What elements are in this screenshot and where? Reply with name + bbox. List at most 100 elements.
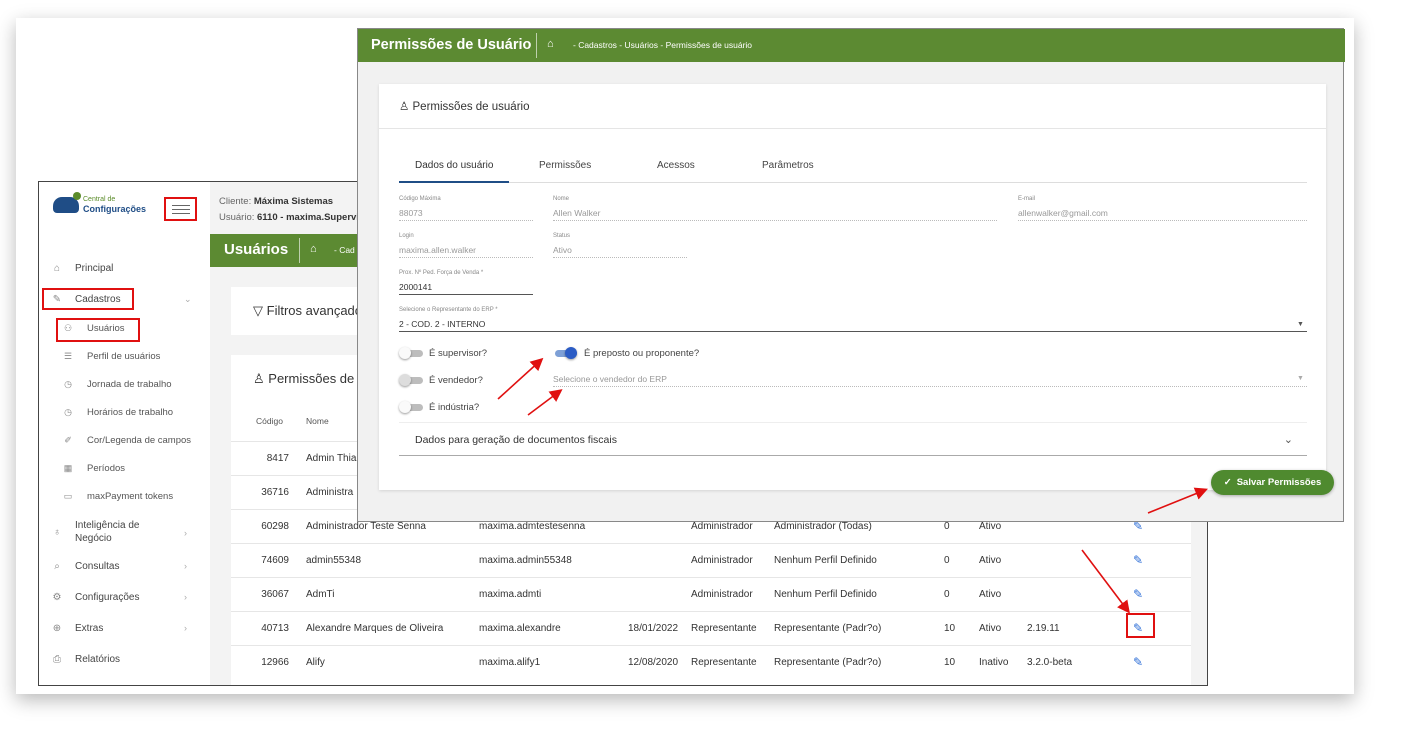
sidebar-item-principal[interactable]: ⌂ Principal [51,263,113,274]
logo-small-text: Central de [83,196,116,203]
sidebar-item-label: Configurações [75,592,140,603]
edit-icon[interactable]: ✎ [1133,655,1143,669]
codigo-label: Código Máxima [399,196,441,202]
sidebar-item-relatorios[interactable]: ⎙ Relatórios [51,654,120,665]
home-icon[interactable]: ⌂ [310,243,317,255]
tab-acessos[interactable]: Acessos [657,160,695,171]
permissions-dialog: Permissões de Usuário ⌂ - Cadastros - Us… [357,28,1345,522]
permissions-title-text: Permissões de u [268,371,366,386]
tab-permissoes[interactable]: Permissões [539,160,591,171]
sidebar-subitem-usuarios[interactable]: ⚇ Usuários [63,323,125,334]
sidebar-subitem-perfil[interactable]: ☰ Perfil de usuários [63,351,160,362]
table-row[interactable]: 36067 AdmTi maxima.admti Administrador Nenhu… [231,577,1191,611]
vendedor-toggle[interactable] [399,374,423,386]
prox-pedido-field[interactable]: 2000141 [399,282,533,295]
sidebar-subitem-cor-legenda[interactable]: ✐ Cor/Legenda de campos [63,435,191,446]
column-header-name[interactable]: Nome [306,416,329,426]
edit-icon[interactable]: ✎ [1133,553,1143,567]
table-row[interactable]: 74609 admin55348 maxima.admin55348 Administ… [231,543,1191,577]
row-status: Ativo [979,623,1002,634]
supervisor-label: É supervisor? [429,348,488,359]
preposto-toggle[interactable] [553,347,577,359]
sidebar-item-extras[interactable]: ⊕ Extras [51,623,104,634]
user-icon: ♙ [253,371,265,386]
row-type: Representante [691,623,757,634]
row-count: 10 [944,623,956,634]
prox-pedido-label: Prox. Nº Ped. Força de Venda * [399,270,484,276]
login-label: Login [399,233,414,239]
save-permissions-label: Salvar Permissões [1236,477,1322,488]
row-code: 36067 [261,589,289,600]
row-type: Administrador [691,555,753,566]
client-info: Cliente: Máxima Sistemas Usuário: 6110 -… [219,194,364,226]
search-icon: ⌕ [54,561,60,572]
accordion-title: Dados para geração de documentos fiscais [415,434,617,446]
sidebar-item-label: Relatórios [75,654,121,665]
status-field[interactable]: Ativo [553,245,687,258]
sidebar-item-consultas[interactable]: ⌕ Consultas [51,561,119,572]
caret-down-icon: ▼ [1297,321,1304,328]
sidebar-subitem-periodos[interactable]: ▦ Períodos [63,463,125,474]
row-count: 0 [944,521,950,532]
chevron-down-icon: ⌄ [184,294,192,304]
row-version: 2.19.11 [1027,623,1060,634]
tab-dados-usuario[interactable]: Dados do usuário [415,160,493,171]
row-profile: Representante (Padr?o) [774,657,882,668]
sidebar-item-label: Consultas [75,561,120,572]
edit-icon[interactable]: ✎ [1133,587,1143,601]
row-code: 8417 [266,453,289,464]
sidebar-item-label: Extras [75,623,104,634]
sidebar-subitem-maxpayment[interactable]: ▭ maxPayment tokens [63,491,173,502]
logo: Central de Configurações [53,192,146,214]
supervisor-toggle[interactable] [399,347,423,359]
fiscal-docs-accordion[interactable]: Dados para geração de documentos fiscais… [399,422,1307,456]
row-status: Ativo [979,555,1002,566]
row-login: maxima.admtestesenna [479,521,586,532]
nome-field[interactable]: Allen Walker [553,208,997,221]
row-version: 3.2.0-beta [1027,657,1073,668]
sidebar-subitem-label: Perfil de usuários [87,351,161,362]
clock-icon: ◷ [64,407,72,417]
sidebar-subitem-horarios[interactable]: ◷ Horários de trabalho [63,407,173,418]
row-name: Alify [306,657,325,668]
sidebar-item-configuracoes[interactable]: ⚙ Configurações [51,592,140,603]
save-permissions-button[interactable]: ✓ Salvar Permissões [1211,470,1334,495]
row-name: AdmTi [306,589,335,600]
breadcrumb: - Cad [334,245,355,255]
card-title: ♙ Permissões de usuário [399,99,530,113]
dialog-header: Permissões de Usuário ⌂ - Cadastros - Us… [358,29,1345,62]
row-name: admin55348 [306,555,362,566]
row-login: maxima.alify1 [479,657,541,668]
filter-icon: ▽ [253,303,263,318]
client-value: Máxima Sistemas [253,196,334,207]
permissions-table-title: ♙ Permissões de u [253,371,365,387]
gear-icon: ⚙ [52,592,62,603]
home-icon[interactable]: ⌂ [547,38,554,50]
codigo-field[interactable]: 88073 [399,208,533,221]
pen-icon: ✐ [64,435,72,445]
lightbulb-icon: ♁ [53,526,61,538]
vendedor-erp-select[interactable]: Selecione o vendedor do ERP [553,374,1307,387]
email-field[interactable]: allenwalker@gmail.com [1018,208,1307,221]
row-count: 0 [944,555,950,566]
sidebar-subitem-jornada[interactable]: ◷ Jornada de trabalho [63,379,171,390]
representante-select[interactable]: 2 - COD. 2 - INTERNO [399,319,1307,332]
edit-icon[interactable]: ✎ [1133,621,1143,635]
column-header-code[interactable]: Código [256,416,283,426]
row-login: maxima.admti [479,589,542,600]
vendedor-label: É vendedor? [429,375,483,386]
tab-parametros[interactable]: Parâmetros [762,160,814,171]
calendar-icon: ▦ [63,463,73,473]
filters-title: ▽ Filtros avançado [253,303,362,319]
row-type: Administrador [691,521,753,532]
table-row[interactable]: 12966 Alify maxima.alify1 12/08/2020 Represe… [231,645,1191,679]
client-label: Cliente: [219,196,252,207]
row-date: 12/08/2020 [628,657,679,668]
preposto-label: É preposto ou proponente? [584,348,700,359]
hamburger-menu-icon[interactable] [164,197,197,221]
login-field[interactable]: maxima.allen.walker [399,245,533,258]
sidebar-item-inteligencia[interactable]: ♁ Inteligência de Negócio [51,519,151,545]
table-row[interactable]: 40713 Alexandre Marques de Oliveira maxima… [231,611,1191,645]
industria-toggle[interactable] [399,401,423,413]
sidebar-item-cadastros[interactable]: ✎ Cadastros [51,294,121,305]
